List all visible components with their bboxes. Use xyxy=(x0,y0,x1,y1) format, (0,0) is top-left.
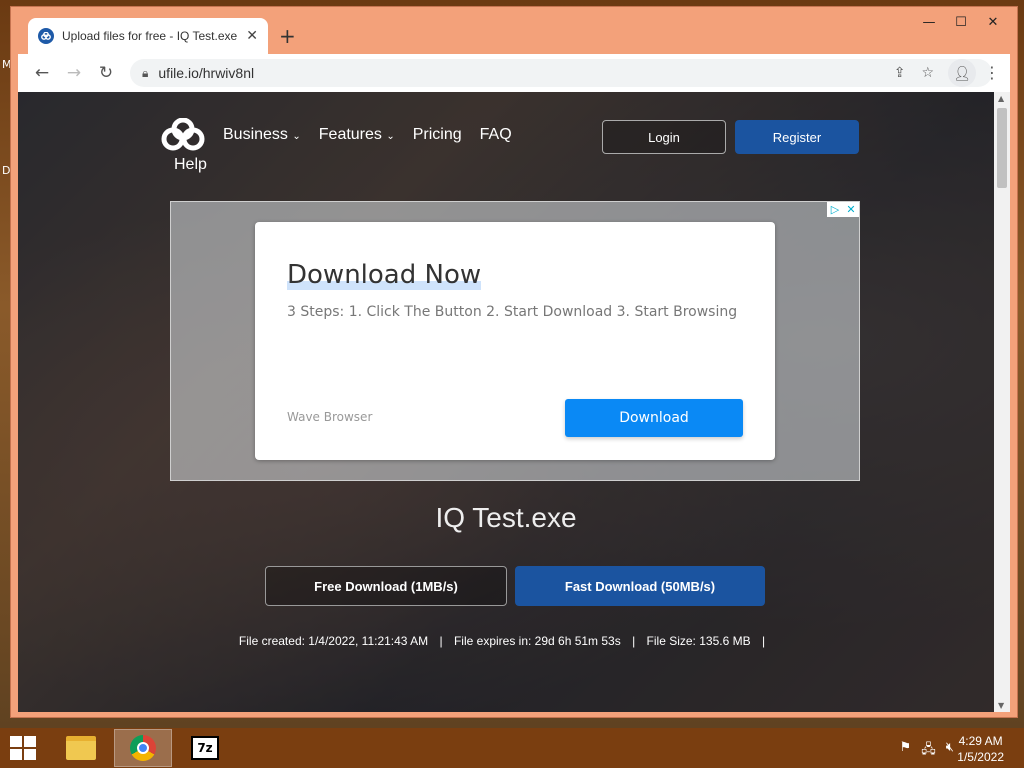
browser-tab[interactable]: Upload files for free - IQ Test.exe ✕ xyxy=(28,18,268,54)
maximize-button[interactable]: ☐ xyxy=(945,11,977,33)
separator: | xyxy=(761,634,766,648)
chevron-down-icon: ⌄ xyxy=(292,131,301,142)
scroll-up-icon[interactable]: ▲ xyxy=(998,94,1004,103)
browser-window: — ☐ ✕ Upload files for free - IQ Test.ex… xyxy=(10,6,1018,718)
clock-time: 4:29 AM xyxy=(958,734,1003,748)
forward-arrow-icon[interactable]: → xyxy=(58,63,90,83)
network-icon[interactable]: 🖧︎ xyxy=(921,740,936,762)
7zip-icon: 7z xyxy=(191,736,219,760)
tab-title: Upload files for free - IQ Test.exe xyxy=(62,29,238,43)
page-viewport: Business ⌄ Features ⌄ Pricing FAQ Help L… xyxy=(18,92,1010,712)
file-created: File created: 1/4/2022, 11:21:43 AM xyxy=(238,634,429,648)
kebab-menu-icon[interactable]: ⋮ xyxy=(984,63,1000,82)
login-button[interactable]: Login xyxy=(602,120,726,154)
page-scrollbar[interactable]: ▲ ▼ xyxy=(994,92,1010,712)
ufile-page: Business ⌄ Features ⌄ Pricing FAQ Help L… xyxy=(18,92,1010,712)
scroll-down-icon[interactable]: ▼ xyxy=(998,701,1004,710)
separator: | xyxy=(439,634,443,648)
nav-pricing[interactable]: Pricing xyxy=(413,126,462,144)
windows-start-icon[interactable] xyxy=(10,736,38,762)
new-tab-button[interactable]: + xyxy=(279,24,296,48)
taskbar-7zip[interactable]: 7z xyxy=(176,729,234,767)
site-nav: Business ⌄ Features ⌄ Pricing FAQ xyxy=(223,126,512,144)
free-download-button[interactable]: Free Download (1MB/s) xyxy=(265,566,507,606)
lock-icon[interactable]: 🔒︎ xyxy=(142,66,148,81)
file-info: File created: 1/4/2022, 11:21:43 AM | Fi… xyxy=(18,634,994,648)
taskbar-chrome[interactable] xyxy=(114,729,172,767)
nav-business[interactable]: Business ⌄ xyxy=(223,126,301,144)
close-tab-icon[interactable]: ✕ xyxy=(246,28,258,44)
system-tray: ⚑ 🖧︎ 🔇︎ xyxy=(900,740,954,762)
ufile-logo[interactable] xyxy=(158,117,208,157)
separator: | xyxy=(632,634,636,648)
close-window-button[interactable]: ✕ xyxy=(977,11,1009,33)
taskbar: 7z ⚑ 🖧︎ 🔇︎ 4:29 AM 1/5/2022 xyxy=(0,728,1024,768)
register-button[interactable]: Register xyxy=(735,120,859,154)
clock-date: 1/5/2022 xyxy=(957,750,1004,764)
bookmark-star-icon[interactable]: ☆ xyxy=(921,65,934,81)
fast-download-button[interactable]: Fast Download (50MB/s) xyxy=(515,566,765,606)
scrollbar-thumb[interactable] xyxy=(997,108,1007,188)
ad-banner[interactable]: ▷ ✕ Download Now 3 Steps: 1. Click The B… xyxy=(170,201,860,481)
back-arrow-icon[interactable]: ← xyxy=(26,63,58,83)
profile-avatar-icon[interactable]: 👤︎ xyxy=(948,59,976,87)
file-name: IQ Test.exe xyxy=(435,502,577,533)
close-ad-icon[interactable]: ✕ xyxy=(843,202,859,217)
taskbar-file-explorer[interactable] xyxy=(52,729,110,767)
nav-help[interactable]: Help xyxy=(174,156,207,174)
chrome-icon xyxy=(130,735,156,761)
ad-brand: Wave Browser xyxy=(287,410,373,424)
action-center-flag-icon[interactable]: ⚑ xyxy=(900,740,912,762)
url-text[interactable]: ufile.io/hrwiv8nl xyxy=(158,65,254,81)
window-controls: — ☐ ✕ xyxy=(913,11,1009,33)
browser-toolbar: ← → ↻ 🔒︎ ufile.io/hrwiv8nl ⇪ ☆ 👤︎ ⋮ xyxy=(18,54,1010,92)
ad-download-button[interactable]: Download xyxy=(565,399,743,437)
ad-choices[interactable]: ▷ ✕ xyxy=(827,202,859,217)
volume-muted-icon[interactable]: 🔇︎ xyxy=(946,740,954,762)
ufile-logo-icon xyxy=(38,28,54,44)
minimize-button[interactable]: — xyxy=(913,11,945,33)
folder-icon xyxy=(66,736,96,760)
adchoices-icon[interactable]: ▷ xyxy=(827,202,843,217)
file-size: File Size: 135.6 MB xyxy=(646,634,751,648)
address-bar[interactable]: 🔒︎ ufile.io/hrwiv8nl ⇪ ☆ xyxy=(130,59,992,87)
reload-icon[interactable]: ↻ xyxy=(90,63,122,83)
chevron-down-icon: ⌄ xyxy=(386,131,395,142)
ad-title[interactable]: Download Now xyxy=(287,260,482,290)
ad-subtitle: 3 Steps: 1. Click The Button 2. Start Do… xyxy=(287,304,738,320)
nav-faq[interactable]: FAQ xyxy=(480,126,512,144)
share-icon[interactable]: ⇪ xyxy=(894,65,906,81)
ufile-logo-icon xyxy=(161,117,205,151)
file-expires: File expires in: 29d 6h 51m 53s xyxy=(453,634,621,648)
nav-features[interactable]: Features ⌄ xyxy=(319,126,395,144)
ad-card[interactable]: Download Now 3 Steps: 1. Click The Butto… xyxy=(255,222,775,460)
taskbar-clock[interactable]: 4:29 AM 1/5/2022 xyxy=(957,733,1004,765)
